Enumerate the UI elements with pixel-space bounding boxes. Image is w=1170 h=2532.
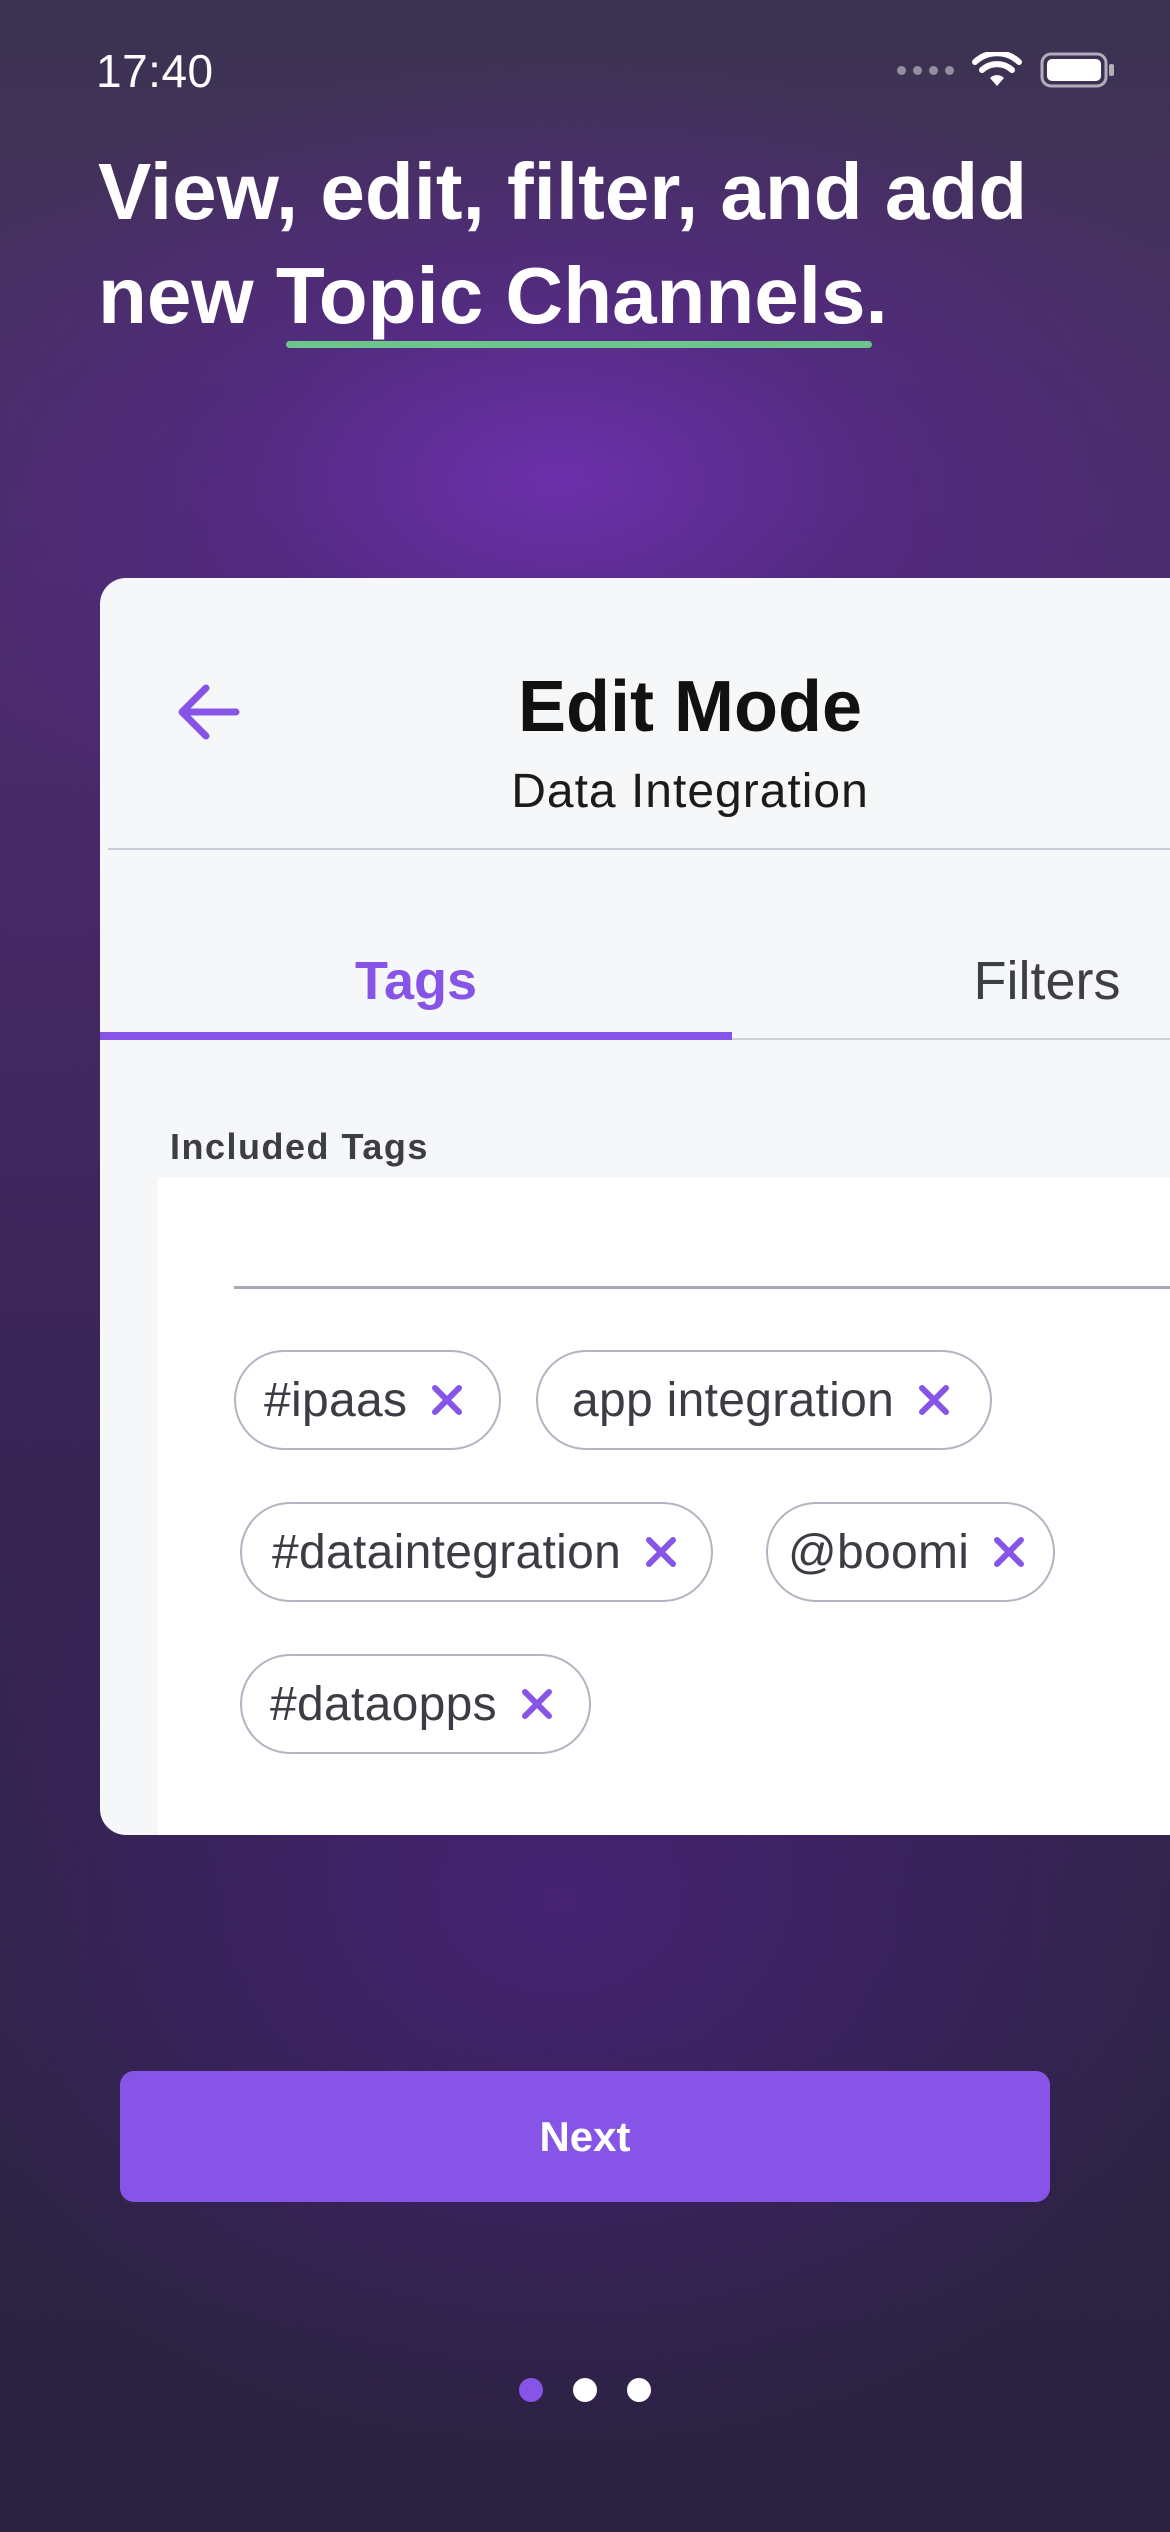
tag-chip-dataintegration: #dataintegration <box>240 1502 714 1602</box>
signal-icon <box>897 65 954 75</box>
status-icons <box>897 52 1116 88</box>
tag-label: #dataintegration <box>272 1525 622 1579</box>
tag-input[interactable] <box>234 1286 1170 1289</box>
tag-chip-app-integration: app integration <box>536 1350 993 1450</box>
page-dot-1[interactable] <box>519 2378 543 2402</box>
card-title: Edit Mode <box>518 667 862 747</box>
tag-label: #ipaas <box>264 1373 408 1427</box>
tag-label: @boomi <box>788 1525 970 1579</box>
active-tab-indicator <box>100 1032 732 1040</box>
card-subtitle: Data Integration <box>511 765 869 818</box>
tab-tags[interactable]: Tags <box>100 950 732 1012</box>
edit-mode-card: Edit Mode Data Integration Tags Filters … <box>100 578 1170 1835</box>
close-icon[interactable] <box>916 1382 952 1418</box>
tag-chip-boomi: @boomi <box>766 1502 1056 1602</box>
close-icon[interactable] <box>429 1382 465 1418</box>
tag-chip-ipaas: #ipaas <box>234 1350 502 1450</box>
tag-chip-dataopps: #dataopps <box>240 1654 591 1754</box>
close-icon[interactable] <box>643 1534 679 1570</box>
close-icon[interactable] <box>519 1686 555 1722</box>
page-dot-3[interactable] <box>627 2378 651 2402</box>
pagination-dots <box>0 2378 1170 2402</box>
next-button[interactable]: Next <box>120 2071 1050 2202</box>
close-icon[interactable] <box>991 1534 1027 1570</box>
headline-highlight: Topic Channels <box>276 244 872 348</box>
page-dot-2[interactable] <box>573 2378 597 2402</box>
tab-filters[interactable]: Filters <box>732 950 1170 1012</box>
header-divider <box>108 848 1170 850</box>
battery-icon <box>1040 52 1114 88</box>
headline: View, edit, filter, and add new Topic Ch… <box>98 140 1098 348</box>
status-time: 17:40 <box>96 45 214 97</box>
wifi-icon <box>972 52 1022 86</box>
tag-label: #dataopps <box>270 1677 497 1731</box>
tag-panel: #ipaas app integration #dataintegration … <box>158 1178 1170 1835</box>
headline-suffix: . <box>865 251 888 340</box>
included-tags-label: Included Tags <box>170 1126 429 1167</box>
tag-label: app integration <box>572 1373 895 1427</box>
